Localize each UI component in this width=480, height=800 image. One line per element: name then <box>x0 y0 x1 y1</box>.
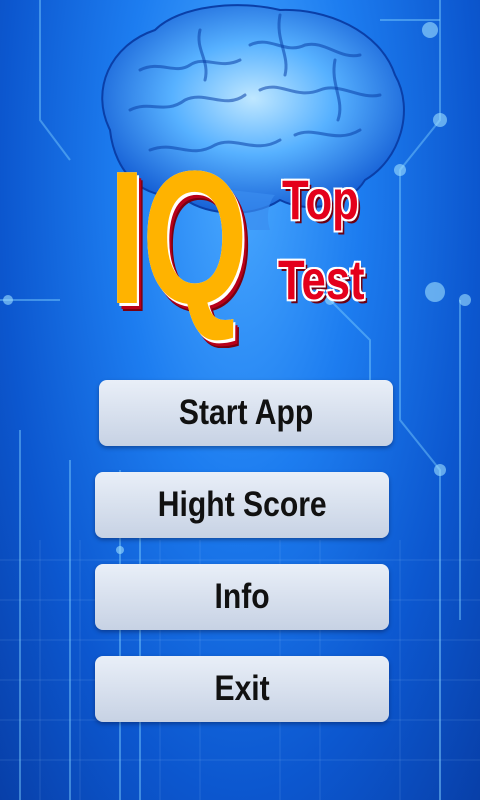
info-button[interactable]: Info <box>95 564 389 630</box>
high-score-label: Hight Score <box>157 485 327 524</box>
exit-label: Exit <box>214 669 270 708</box>
start-app-button[interactable]: Start App <box>99 380 393 446</box>
start-app-label: Start App <box>178 393 314 432</box>
info-label: Info <box>214 577 270 616</box>
main-menu: Start App Hight Score Info Exit <box>0 0 480 800</box>
high-score-button[interactable]: Hight Score <box>95 472 389 538</box>
exit-button[interactable]: Exit <box>95 656 389 722</box>
